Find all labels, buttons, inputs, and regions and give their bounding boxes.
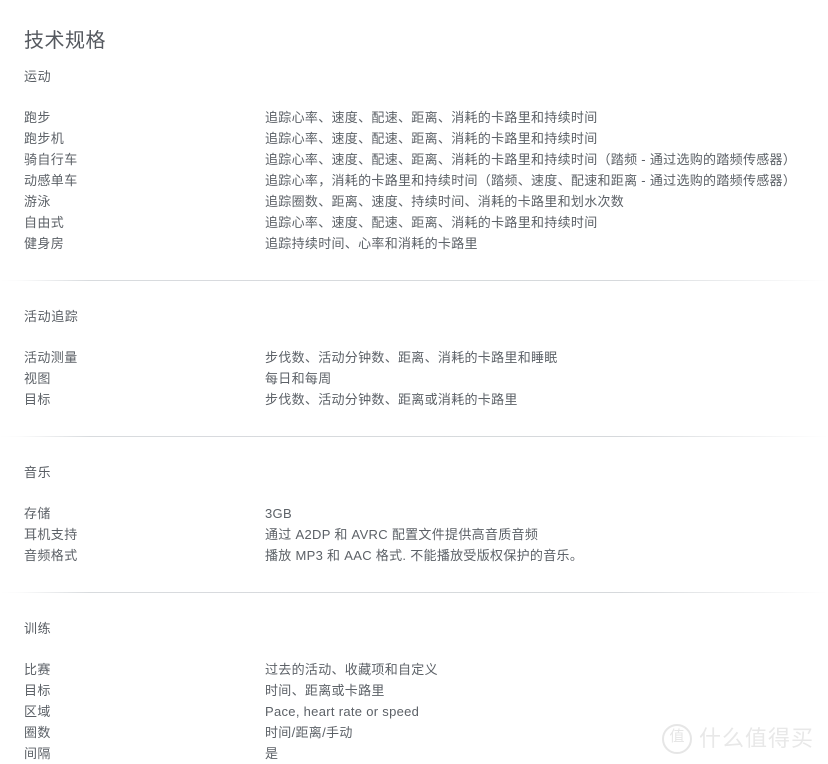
spec-row-value: 步伐数、活动分钟数、距离或消耗的卡路里 [265, 392, 518, 407]
spec-row: 音频格式 播放 MP3 和 AAC 格式. 不能播放受版权保护的音乐。 [0, 545, 828, 566]
spec-row: 视图 每日和每周 [0, 368, 828, 389]
spec-row: 耳机支持 通过 A2DP 和 AVRC 配置文件提供高音质音频 [0, 524, 828, 545]
spec-row-value: 追踪心率，消耗的卡路里和持续时间（踏频、速度、配速和距离 - 通过选购的踏频传感… [265, 173, 797, 188]
spec-row: 比赛 过去的活动、收藏项和自定义 [0, 659, 828, 680]
spec-row-label: 圈数 [24, 725, 51, 740]
spec-row-label: 目标 [24, 392, 51, 407]
spec-row: 目标 时间、距离或卡路里 [0, 680, 828, 701]
spec-row-value: 追踪持续时间、心率和消耗的卡路里 [265, 236, 478, 251]
spec-row-value: 追踪心率、速度、配速、距离、消耗的卡路里和持续时间（踏频 - 通过选购的踏频传感… [265, 152, 797, 167]
spec-row: 圈数 时间/距离/手动 [0, 722, 828, 743]
spec-row: 间隔 是 [0, 743, 828, 764]
section-heading-activity-tracking: 活动追踪 [24, 309, 79, 324]
spec-row-value: 步伐数、活动分钟数、距离、消耗的卡路里和睡眠 [265, 350, 558, 365]
section-divider [0, 280, 828, 281]
spec-row-value: 播放 MP3 和 AAC 格式. 不能播放受版权保护的音乐。 [265, 548, 584, 563]
spec-row-label: 视图 [24, 371, 51, 386]
page-title: 技术规格 [24, 30, 106, 53]
spec-row-label: 游泳 [24, 194, 51, 209]
spec-row-label: 音频格式 [24, 548, 78, 563]
spec-page: 技术规格 运动 跑步 追踪心率、速度、配速、距离、消耗的卡路里和持续时间 跑步机 追踪心… [0, 0, 828, 762]
spec-row-value: 是 [265, 746, 279, 761]
spec-row-label: 区域 [24, 704, 51, 719]
spec-row-label: 自由式 [24, 215, 65, 230]
spec-row-group: 比赛 过去的活动、收藏项和自定义目标 时间、距离或卡路里区域 Pace, heart … [0, 659, 828, 764]
spec-row-value: 时间、距离或卡路里 [265, 683, 385, 698]
spec-row-label: 跑步机 [24, 131, 65, 146]
spec-row-value: 时间/距离/手动 [265, 725, 353, 740]
section-heading-music: 音乐 [24, 465, 52, 480]
section-heading-sports: 运动 [24, 69, 52, 84]
spec-row-value: 每日和每周 [265, 371, 332, 386]
spec-row-label: 目标 [24, 683, 51, 698]
spec-row-value: 3GB [265, 506, 292, 521]
spec-row-group: 跑步 追踪心率、速度、配速、距离、消耗的卡路里和持续时间 跑步机 追踪心率、速度、配速… [0, 107, 828, 254]
spec-row-label: 比赛 [24, 662, 51, 677]
spec-row: 活动测量 步伐数、活动分钟数、距离、消耗的卡路里和睡眠 [0, 347, 828, 368]
spec-row: 动感单车 追踪心率，消耗的卡路里和持续时间（踏频、速度、配速和距离 - 通过选购的… [0, 170, 828, 191]
spec-row-label: 存储 [24, 506, 51, 521]
spec-row-value: 追踪心率、速度、配速、距离、消耗的卡路里和持续时间 [265, 215, 598, 230]
spec-row-value: 过去的活动、收藏项和自定义 [265, 662, 438, 677]
spec-row-value: 追踪心率、速度、配速、距离、消耗的卡路里和持续时间 [265, 110, 598, 125]
spec-row: 跑步 追踪心率、速度、配速、距离、消耗的卡路里和持续时间 [0, 107, 828, 128]
spec-row-label: 活动测量 [24, 350, 78, 365]
spec-row-label: 骑自行车 [24, 152, 78, 167]
spec-row-value: 追踪圈数、距离、速度、持续时间、消耗的卡路里和划水次数 [265, 194, 625, 209]
spec-row: 存储 3GB [0, 503, 828, 524]
spec-row-group: 活动测量 步伐数、活动分钟数、距离、消耗的卡路里和睡眠视图 每日和每周目标 步伐数、活… [0, 347, 828, 410]
spec-row-label: 耳机支持 [24, 527, 78, 542]
spec-row: 游泳 追踪圈数、距离、速度、持续时间、消耗的卡路里和划水次数 [0, 191, 828, 212]
section-heading-training: 训练 [24, 621, 52, 636]
section-divider [0, 436, 828, 437]
spec-row: 自由式 追踪心率、速度、配速、距离、消耗的卡路里和持续时间 [0, 212, 828, 233]
section-divider [0, 592, 828, 593]
spec-row-label: 健身房 [24, 236, 65, 251]
spec-row: 区域 Pace, heart rate or speed [0, 701, 828, 722]
spec-row-label: 动感单车 [24, 173, 78, 188]
spec-row-group: 存储 3GB 耳机支持 通过 A2DP 和 AVRC 配置文件提供高音质音频音频格式 播… [0, 503, 828, 566]
spec-row: 骑自行车 追踪心率、速度、配速、距离、消耗的卡路里和持续时间（踏频 - 通过选购的… [0, 149, 828, 170]
spec-row-label: 间隔 [24, 746, 51, 761]
spec-row: 健身房 追踪持续时间、心率和消耗的卡路里 [0, 233, 828, 254]
spec-row: 跑步机 追踪心率、速度、配速、距离、消耗的卡路里和持续时间 [0, 128, 828, 149]
spec-row-value: 通过 A2DP 和 AVRC 配置文件提供高音质音频 [265, 527, 539, 542]
spec-row-value: Pace, heart rate or speed [265, 704, 420, 719]
spec-row: 目标 步伐数、活动分钟数、距离或消耗的卡路里 [0, 389, 828, 410]
spec-row-value: 追踪心率、速度、配速、距离、消耗的卡路里和持续时间 [265, 131, 598, 146]
spec-row-label: 跑步 [24, 110, 51, 125]
